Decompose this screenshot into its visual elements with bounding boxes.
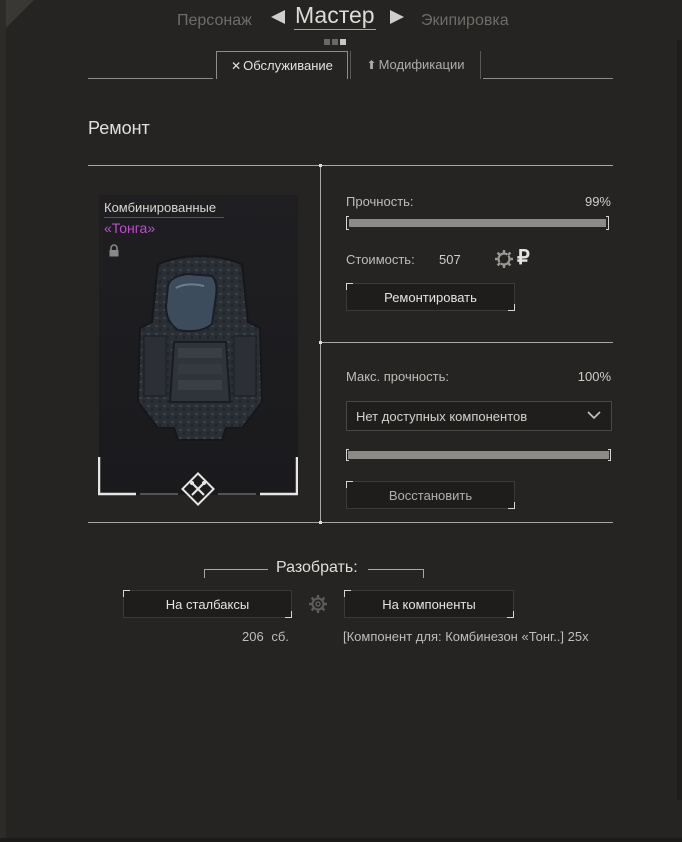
max-durability-label: Макс. прочность:: [346, 369, 449, 384]
page-dot: [332, 39, 338, 45]
page-dot-active: [340, 39, 346, 45]
max-durability-bar: [348, 451, 609, 459]
armored-suit-image: [136, 255, 264, 441]
nav-right-arrow-icon[interactable]: [390, 10, 404, 24]
repair-box-divider: [320, 165, 321, 523]
lock-icon: [109, 244, 119, 257]
page-dot: [324, 39, 330, 45]
stalbucks-amount-value: 206: [242, 629, 264, 644]
nav-prev-personazh[interactable]: Персонаж: [177, 12, 252, 30]
to-components-button[interactable]: На компоненты: [344, 590, 514, 618]
stalbucks-amount: 206 сб.: [242, 629, 289, 644]
item-subname: «Тонга»: [104, 220, 156, 236]
background-edge-right: [677, 40, 682, 800]
durability-bar: [349, 219, 606, 227]
tab-modifications-label: Модификации: [378, 57, 465, 72]
durability-label: Прочность:: [346, 194, 414, 209]
repair-box-mid-line: [320, 342, 613, 343]
tabs-divider-right: [483, 78, 613, 79]
disassemble-bracket-left: [204, 569, 268, 578]
repair-box-bottom-line: [88, 522, 613, 523]
nav-next-ekipirovka[interactable]: Экипировка: [421, 12, 509, 30]
background-edge-bottom: [0, 838, 682, 842]
frame-dot: [319, 164, 322, 167]
disassemble-bracket-right: [368, 569, 424, 578]
ruble-icon: ₽: [517, 247, 530, 269]
gear-coin-icon: [495, 250, 513, 268]
cost-value: 507: [439, 252, 461, 267]
repair-box-top-line: [88, 165, 613, 166]
tab-maintenance-label: Обслуживание: [243, 58, 333, 73]
background-edge-left: [0, 0, 6, 842]
repair-button[interactable]: Ремонтировать: [346, 283, 515, 311]
durability-bar-bracket-right: [606, 216, 609, 230]
section-title: Ремонт: [88, 118, 150, 138]
frame-dot: [319, 341, 322, 344]
to-stalbucks-button[interactable]: На сталбаксы: [123, 590, 292, 618]
item-name: Комбинированные: [104, 200, 217, 215]
disassemble-title: Разобрать:: [276, 559, 358, 576]
item-name-underline: [104, 217, 224, 218]
components-yield-text: [Компонент для: Комбинезон «Тонг..] 25x: [343, 629, 589, 644]
repair-wrench-icon: [181, 472, 215, 506]
tabs-divider-left: [88, 78, 213, 79]
page-title: Мастер: [294, 2, 376, 30]
upgrade-arrow-icon: ⬆: [366, 58, 377, 72]
restore-button[interactable]: Восстановить: [346, 481, 515, 509]
nav-left-arrow-icon[interactable]: [271, 10, 285, 24]
max-durability-bar-bracket-right: [608, 449, 611, 461]
frame-dot: [319, 521, 322, 524]
gear-icon: [309, 595, 327, 613]
tools-icon: ✕: [231, 59, 242, 73]
cost-label: Стоимость:: [346, 252, 415, 267]
stalbucks-unit: сб.: [271, 629, 289, 644]
chevron-down-icon: [587, 411, 601, 420]
tab-modifications[interactable]: ⬆ Модификации: [350, 51, 481, 79]
tab-maintenance[interactable]: ✕ Обслуживание: [216, 51, 348, 79]
component-select[interactable]: Нет доступных компонентов: [346, 401, 612, 431]
max-durability-value: 100%: [577, 369, 611, 384]
component-select-value: Нет доступных компонентов: [356, 409, 528, 424]
page-indicator: [324, 32, 348, 45]
durability-value: 99%: [584, 194, 611, 209]
